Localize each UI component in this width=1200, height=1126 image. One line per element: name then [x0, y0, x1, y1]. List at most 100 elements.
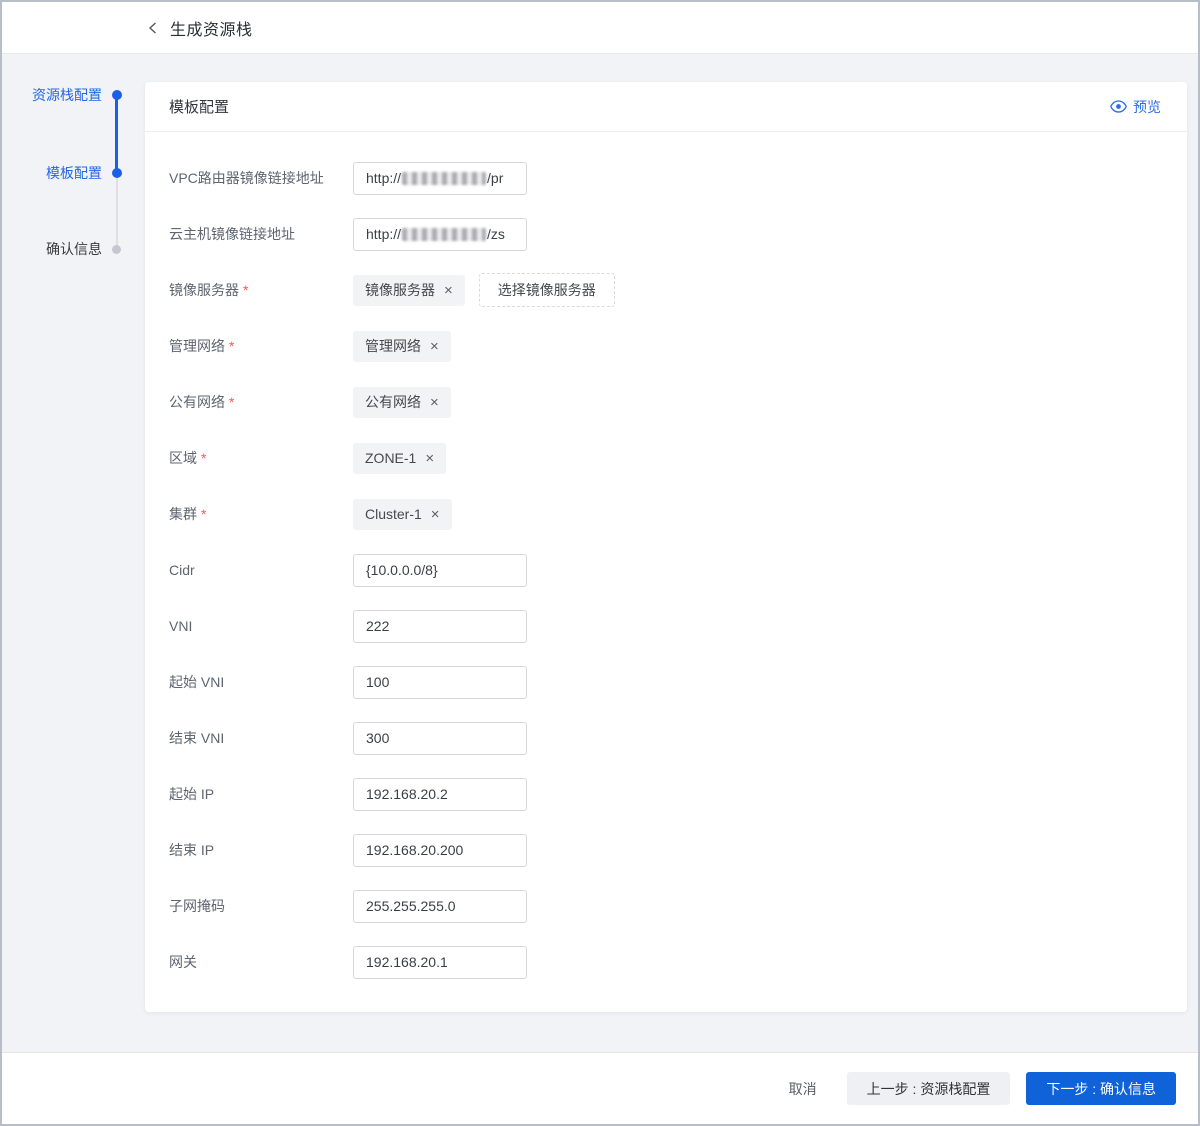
- form-row: 镜像服务器 * 镜像服务器 × 选择镜像服务器: [169, 273, 1163, 307]
- text-input[interactable]: [353, 777, 527, 811]
- remove-tag-icon[interactable]: ×: [430, 339, 439, 354]
- remove-tag-icon[interactable]: ×: [425, 451, 434, 466]
- field-label: 结束 IP: [169, 842, 215, 858]
- app-window: 生成资源栈 资源栈配置 模板配置 确认信息 模板配置 预览 VPC路由器镜像链接地址…: [0, 0, 1200, 1126]
- field-label: 镜像服务器 *: [169, 282, 249, 298]
- remove-tag-icon[interactable]: ×: [431, 507, 440, 522]
- stepper-item-2[interactable]: 模板配置: [46, 163, 102, 183]
- selected-tag: 镜像服务器 ×: [353, 274, 465, 306]
- masked-url-input[interactable]: http:// /zs: [353, 217, 527, 251]
- field-control: 管理网络 ×: [353, 330, 451, 362]
- form-row: VPC路由器镜像链接地址 http:// /pr: [169, 161, 1163, 195]
- blurred-url-segment: [402, 171, 487, 185]
- top-header: 生成资源栈: [2, 2, 1198, 54]
- text-input[interactable]: [353, 889, 527, 923]
- form-row: Cidr: [169, 553, 1163, 587]
- prev-step-button[interactable]: 上一步 : 资源栈配置: [846, 1072, 1011, 1105]
- form-row: 集群 * Cluster-1 ×: [169, 497, 1163, 531]
- remove-tag-icon[interactable]: ×: [444, 283, 453, 298]
- field-control: http:// /pr: [353, 161, 527, 195]
- stepper-connector-todo: [116, 173, 118, 249]
- field-label: 管理网络 *: [169, 338, 235, 354]
- text-input[interactable]: [353, 833, 527, 867]
- stepper-item-3[interactable]: 确认信息: [46, 239, 102, 259]
- required-asterisk: *: [229, 394, 235, 410]
- form-row: 结束 IP: [169, 833, 1163, 867]
- required-asterisk: *: [201, 450, 207, 466]
- stepper-dot-2: [112, 168, 122, 178]
- field-control: [353, 889, 527, 923]
- form-row: VNI: [169, 609, 1163, 643]
- form-row: 管理网络 * 管理网络 ×: [169, 329, 1163, 363]
- field-label: 起始 IP: [169, 786, 215, 802]
- stepper-item-1[interactable]: 资源栈配置: [32, 85, 102, 105]
- tag-label: 镜像服务器: [365, 282, 435, 298]
- required-asterisk: *: [201, 506, 207, 522]
- chevron-left-icon: [148, 21, 156, 34]
- field-control: [353, 609, 527, 643]
- field-label: 子网掩码: [169, 898, 225, 914]
- form-row: 区域 * ZONE-1 ×: [169, 441, 1163, 475]
- field-control: [353, 553, 527, 587]
- field-label: Cidr: [169, 562, 195, 578]
- required-asterisk: *: [243, 282, 249, 298]
- preview-label: 预览: [1133, 98, 1161, 115]
- url-suffix: /pr: [487, 170, 504, 186]
- selected-tag: 公有网络 ×: [353, 386, 451, 418]
- selected-tag: 管理网络 ×: [353, 330, 451, 362]
- masked-url-input[interactable]: http:// /pr: [353, 161, 527, 195]
- form-row: 起始 IP: [169, 777, 1163, 811]
- select-image-server-button[interactable]: 选择镜像服务器: [478, 273, 615, 307]
- cancel-button[interactable]: 取消: [783, 1072, 823, 1105]
- field-label: 集群 *: [169, 506, 207, 522]
- footer-bar: 取消 上一步 : 资源栈配置 下一步 : 确认信息: [2, 1052, 1198, 1124]
- text-input[interactable]: [353, 609, 527, 643]
- url-prefix: http://: [366, 170, 402, 186]
- field-control: 公有网络 ×: [353, 386, 451, 418]
- eye-icon: [1110, 100, 1127, 113]
- field-label: 公有网络 *: [169, 394, 235, 410]
- required-asterisk: *: [229, 338, 235, 354]
- field-control: 镜像服务器 × 选择镜像服务器: [353, 273, 615, 307]
- preview-link[interactable]: 预览: [1110, 97, 1161, 117]
- field-label: 云主机镜像链接地址: [169, 226, 295, 242]
- url-suffix: /zs: [487, 226, 505, 242]
- form-row: 公有网络 * 公有网络 ×: [169, 385, 1163, 419]
- field-control: [353, 945, 527, 979]
- text-input[interactable]: [353, 553, 527, 587]
- field-label: 结束 VNI: [169, 730, 225, 746]
- back-button[interactable]: [147, 21, 159, 35]
- field-control: http:// /zs: [353, 217, 527, 251]
- stepper-dot-1: [112, 90, 122, 100]
- stepper-connector-done: [115, 95, 118, 173]
- tag-label: 公有网络: [365, 394, 421, 410]
- text-input[interactable]: [353, 945, 527, 979]
- next-step-button[interactable]: 下一步 : 确认信息: [1026, 1072, 1176, 1105]
- field-label: VNI: [169, 618, 193, 634]
- tag-label: 管理网络: [365, 338, 421, 354]
- form-row: 云主机镜像链接地址 http:// /zs: [169, 217, 1163, 251]
- remove-tag-icon[interactable]: ×: [430, 395, 439, 410]
- field-control: [353, 833, 527, 867]
- page-title: 生成资源栈: [170, 21, 253, 39]
- stepper-dot-3: [112, 244, 121, 254]
- field-control: [353, 665, 527, 699]
- url-prefix: http://: [366, 226, 402, 242]
- field-label: 区域 *: [169, 450, 207, 466]
- tag-label: Cluster-1: [365, 506, 422, 522]
- field-label: 起始 VNI: [169, 674, 225, 690]
- form-rows: VPC路由器镜像链接地址 http:// /pr 云主机镜像链接地址 http:// /z…: [145, 132, 1187, 979]
- panel-title: 模板配置: [169, 99, 230, 116]
- field-control: [353, 721, 527, 755]
- stepper: 资源栈配置模板配置确认信息: [2, 54, 145, 354]
- form-row: 起始 VNI: [169, 665, 1163, 699]
- panel-header: 模板配置 预览: [145, 82, 1187, 132]
- field-label: 网关: [169, 954, 197, 970]
- blurred-url-segment: [402, 227, 487, 241]
- form-row: 结束 VNI: [169, 721, 1163, 755]
- text-input[interactable]: [353, 721, 527, 755]
- field-control: Cluster-1 ×: [353, 498, 452, 530]
- tag-label: ZONE-1: [365, 450, 417, 466]
- selected-tag: ZONE-1 ×: [353, 442, 447, 474]
- text-input[interactable]: [353, 665, 527, 699]
